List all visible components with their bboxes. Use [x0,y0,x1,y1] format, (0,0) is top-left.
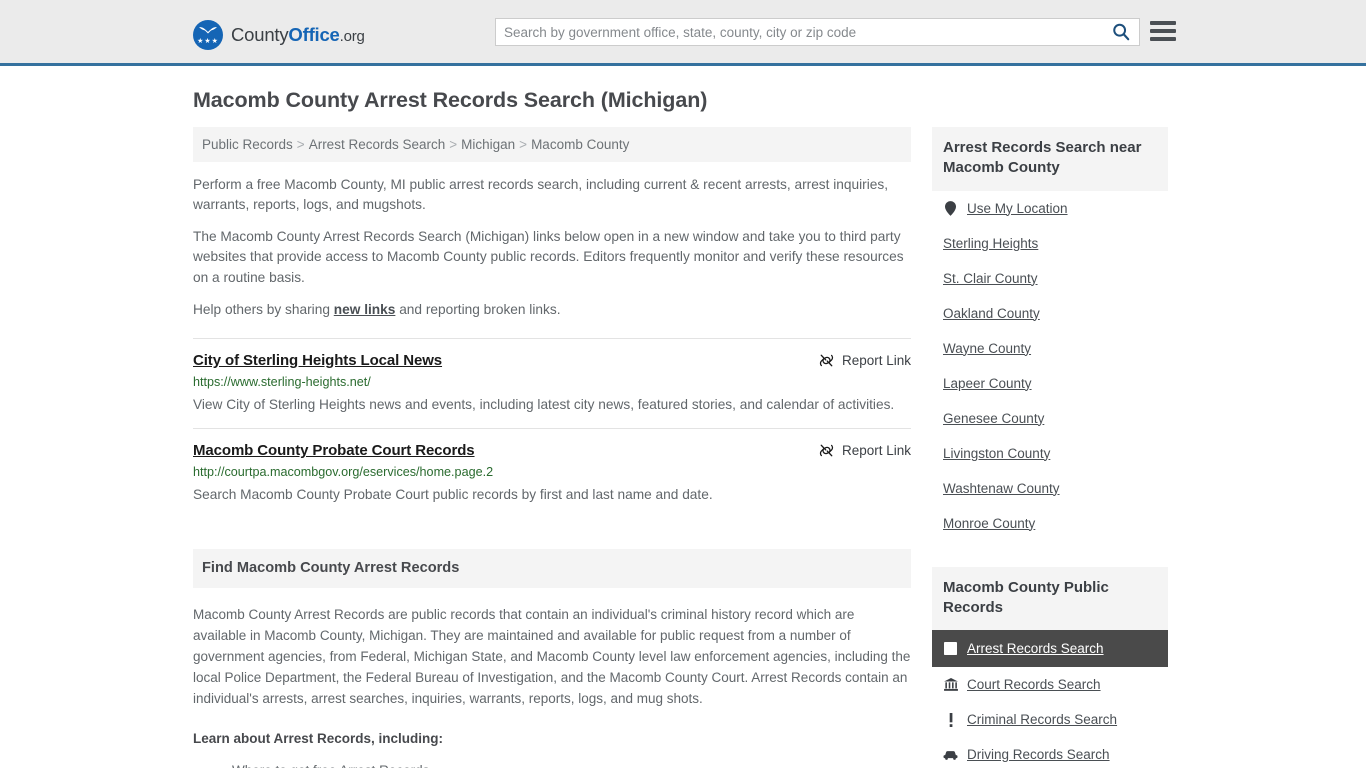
breadcrumb-item-3[interactable]: Macomb County [531,137,629,152]
breadcrumb-item-0[interactable]: Public Records [202,137,293,152]
sidebar-link-label[interactable]: Arrest Records Search [967,641,1104,656]
sidebar-near-list: Use My Location Sterling Heights St. Cla… [932,191,1168,541]
fingerprint-icon [943,642,958,655]
sidebar-link-label[interactable]: Lapeer County [943,376,1032,391]
report-link-label: Report Link [841,352,911,368]
result-url[interactable]: http://courtpa.macombgov.org/eservices/h… [193,465,911,479]
section-heading: Find Macomb County Arrest Records [193,548,911,588]
intro-paragraph-2: The Macomb County Arrest Records Search … [193,229,904,285]
sidebar-item-driving-records-search[interactable]: Driving Records Search [932,737,1168,768]
list-item: Where to get free Arrest Records [232,761,911,768]
sidebar-link-label[interactable]: Criminal Records Search [967,712,1117,727]
sidebar-near-box: Arrest Records Search near Macomb County… [932,127,1168,541]
sidebar-item-wayne-county[interactable]: Wayne County [932,331,1168,366]
sidebar-records-heading: Macomb County Public Records [932,566,1168,630]
link-entry: Macomb County Probate Court Records Repo… [193,428,911,519]
sidebar-link-label[interactable]: Court Records Search [967,677,1101,692]
sidebar-link-label[interactable]: Wayne County [943,341,1031,356]
countyoffice-logo-icon: ★★★ [193,20,223,50]
share-text-after: and reporting broken links. [395,301,561,317]
sidebar-records-list: Arrest Records Search Court Records Sear… [932,630,1168,768]
sidebar-link-label[interactable]: Driving Records Search [967,747,1110,762]
brand-part-county: County [231,24,289,45]
exclamation-icon [943,712,958,727]
result-description: View City of Sterling Heights news and e… [193,396,895,412]
report-link-button[interactable]: Report Link [819,352,911,368]
sidebar-item-lapeer-county[interactable]: Lapeer County [932,366,1168,401]
page-body: Macomb County Arrest Records Search (Mic… [0,88,1366,768]
sidebar-item-sterling-heights[interactable]: Sterling Heights [932,226,1168,261]
sidebar-link-label[interactable]: Genesee County [943,411,1044,426]
breadcrumb-item-1[interactable]: Arrest Records Search [309,137,446,152]
link-entry: City of Sterling Heights Local News Repo… [193,337,911,429]
sidebar-link-label[interactable]: Livingston County [943,446,1050,461]
sidebar-item-st-clair-county[interactable]: St. Clair County [932,261,1168,296]
link-header-row: Macomb County Probate Court Records Repo… [193,442,911,459]
sidebar-near-heading: Arrest Records Search near Macomb County [932,127,1168,191]
sidebar-link-label[interactable]: Monroe County [943,516,1035,531]
sidebar-item-criminal-records-search[interactable]: Criminal Records Search [932,702,1168,737]
hamburger-bar-1 [1150,21,1176,25]
sidebar-link-label[interactable]: Washtenaw County [943,481,1060,496]
courthouse-icon [943,678,958,691]
share-text-before: Help others by sharing [193,301,334,317]
brand-part-office: Office [288,24,340,45]
search-button[interactable] [1103,19,1139,45]
section-paragraph: Macomb County Arrest Records are public … [193,606,911,706]
sidebar-item-use-my-location[interactable]: Use My Location [932,191,1168,226]
learn-list: Where to get free Arrest Records [193,761,911,768]
sidebar-item-livingston-county[interactable]: Livingston County [932,436,1168,471]
result-title-link[interactable]: City of Sterling Heights Local News [193,352,442,369]
sidebar-link-label[interactable]: Oakland County [943,306,1040,321]
stars-icon: ★★★ [197,38,219,45]
intro-paragraph-1: Perform a free Macomb County, MI public … [193,177,889,213]
sidebar-item-court-records-search[interactable]: Court Records Search [932,667,1168,702]
result-description: Search Macomb County Probate Court publi… [193,487,713,503]
result-url[interactable]: https://www.sterling-heights.net/ [193,375,911,389]
brand-part-tld: .org [339,28,365,45]
content-container: Public Records > Arrest Records Search > Mic… [193,127,1173,768]
site-logo[interactable]: ★★★ CountyOffice.org [193,20,365,50]
sidebar: Arrest Records Search near Macomb County… [932,127,1168,768]
sidebar-item-oakland-county[interactable]: Oakland County [932,296,1168,331]
sidebar-link-label[interactable]: St. Clair County [943,271,1038,286]
car-icon [943,750,958,760]
sidebar-item-monroe-county[interactable]: Monroe County [932,506,1168,541]
link-header-row: City of Sterling Heights Local News Repo… [193,352,911,369]
section-body: Macomb County Arrest Records are public … [193,605,911,768]
sidebar-item-genesee-county[interactable]: Genesee County [932,401,1168,436]
page-title: Macomb County Arrest Records Search (Mic… [193,88,708,112]
hamburger-bar-3 [1150,37,1176,41]
breadcrumb-separator: > [296,137,305,152]
intro-paragraph-3: Help others by sharing new links and rep… [193,300,911,320]
result-title-link[interactable]: Macomb County Probate Court Records [193,442,475,459]
hamburger-bar-2 [1150,29,1176,33]
learn-heading: Learn about Arrest Records, including: [193,730,444,746]
sidebar-item-arrest-records-search[interactable]: Arrest Records Search [932,630,1168,667]
broken-link-icon [819,445,834,457]
breadcrumb-separator: > [519,137,528,152]
search-input[interactable] [496,19,1103,45]
intro-text: Perform a free Macomb County, MI public … [193,175,911,320]
sidebar-link-label[interactable]: Use My Location [967,201,1068,216]
map-pin-icon [943,200,958,216]
breadcrumb: Public Records > Arrest Records Search > Mic… [193,127,911,162]
report-link-button[interactable]: Report Link [819,442,911,458]
broken-link-icon [819,354,834,367]
report-link-label: Report Link [841,443,911,459]
sidebar-item-washtenaw-county[interactable]: Washtenaw County [932,471,1168,506]
new-links-link[interactable]: new links [334,302,396,317]
hamburger-menu-icon[interactable] [1150,19,1176,43]
sidebar-link-label[interactable]: Sterling Heights [943,236,1038,251]
breadcrumb-separator: > [449,137,458,152]
eagle-icon [199,27,217,34]
brand-wordmark: CountyOffice.org [231,24,365,46]
breadcrumb-item-2[interactable]: Michigan [461,137,515,152]
search-icon [1113,23,1130,41]
main-column: Public Records > Arrest Records Search > Mic… [193,127,911,768]
search-bar[interactable] [495,18,1140,46]
sidebar-records-box: Macomb County Public Records Arrest Reco… [932,566,1168,768]
site-header: ★★★ CountyOffice.org [0,0,1366,66]
